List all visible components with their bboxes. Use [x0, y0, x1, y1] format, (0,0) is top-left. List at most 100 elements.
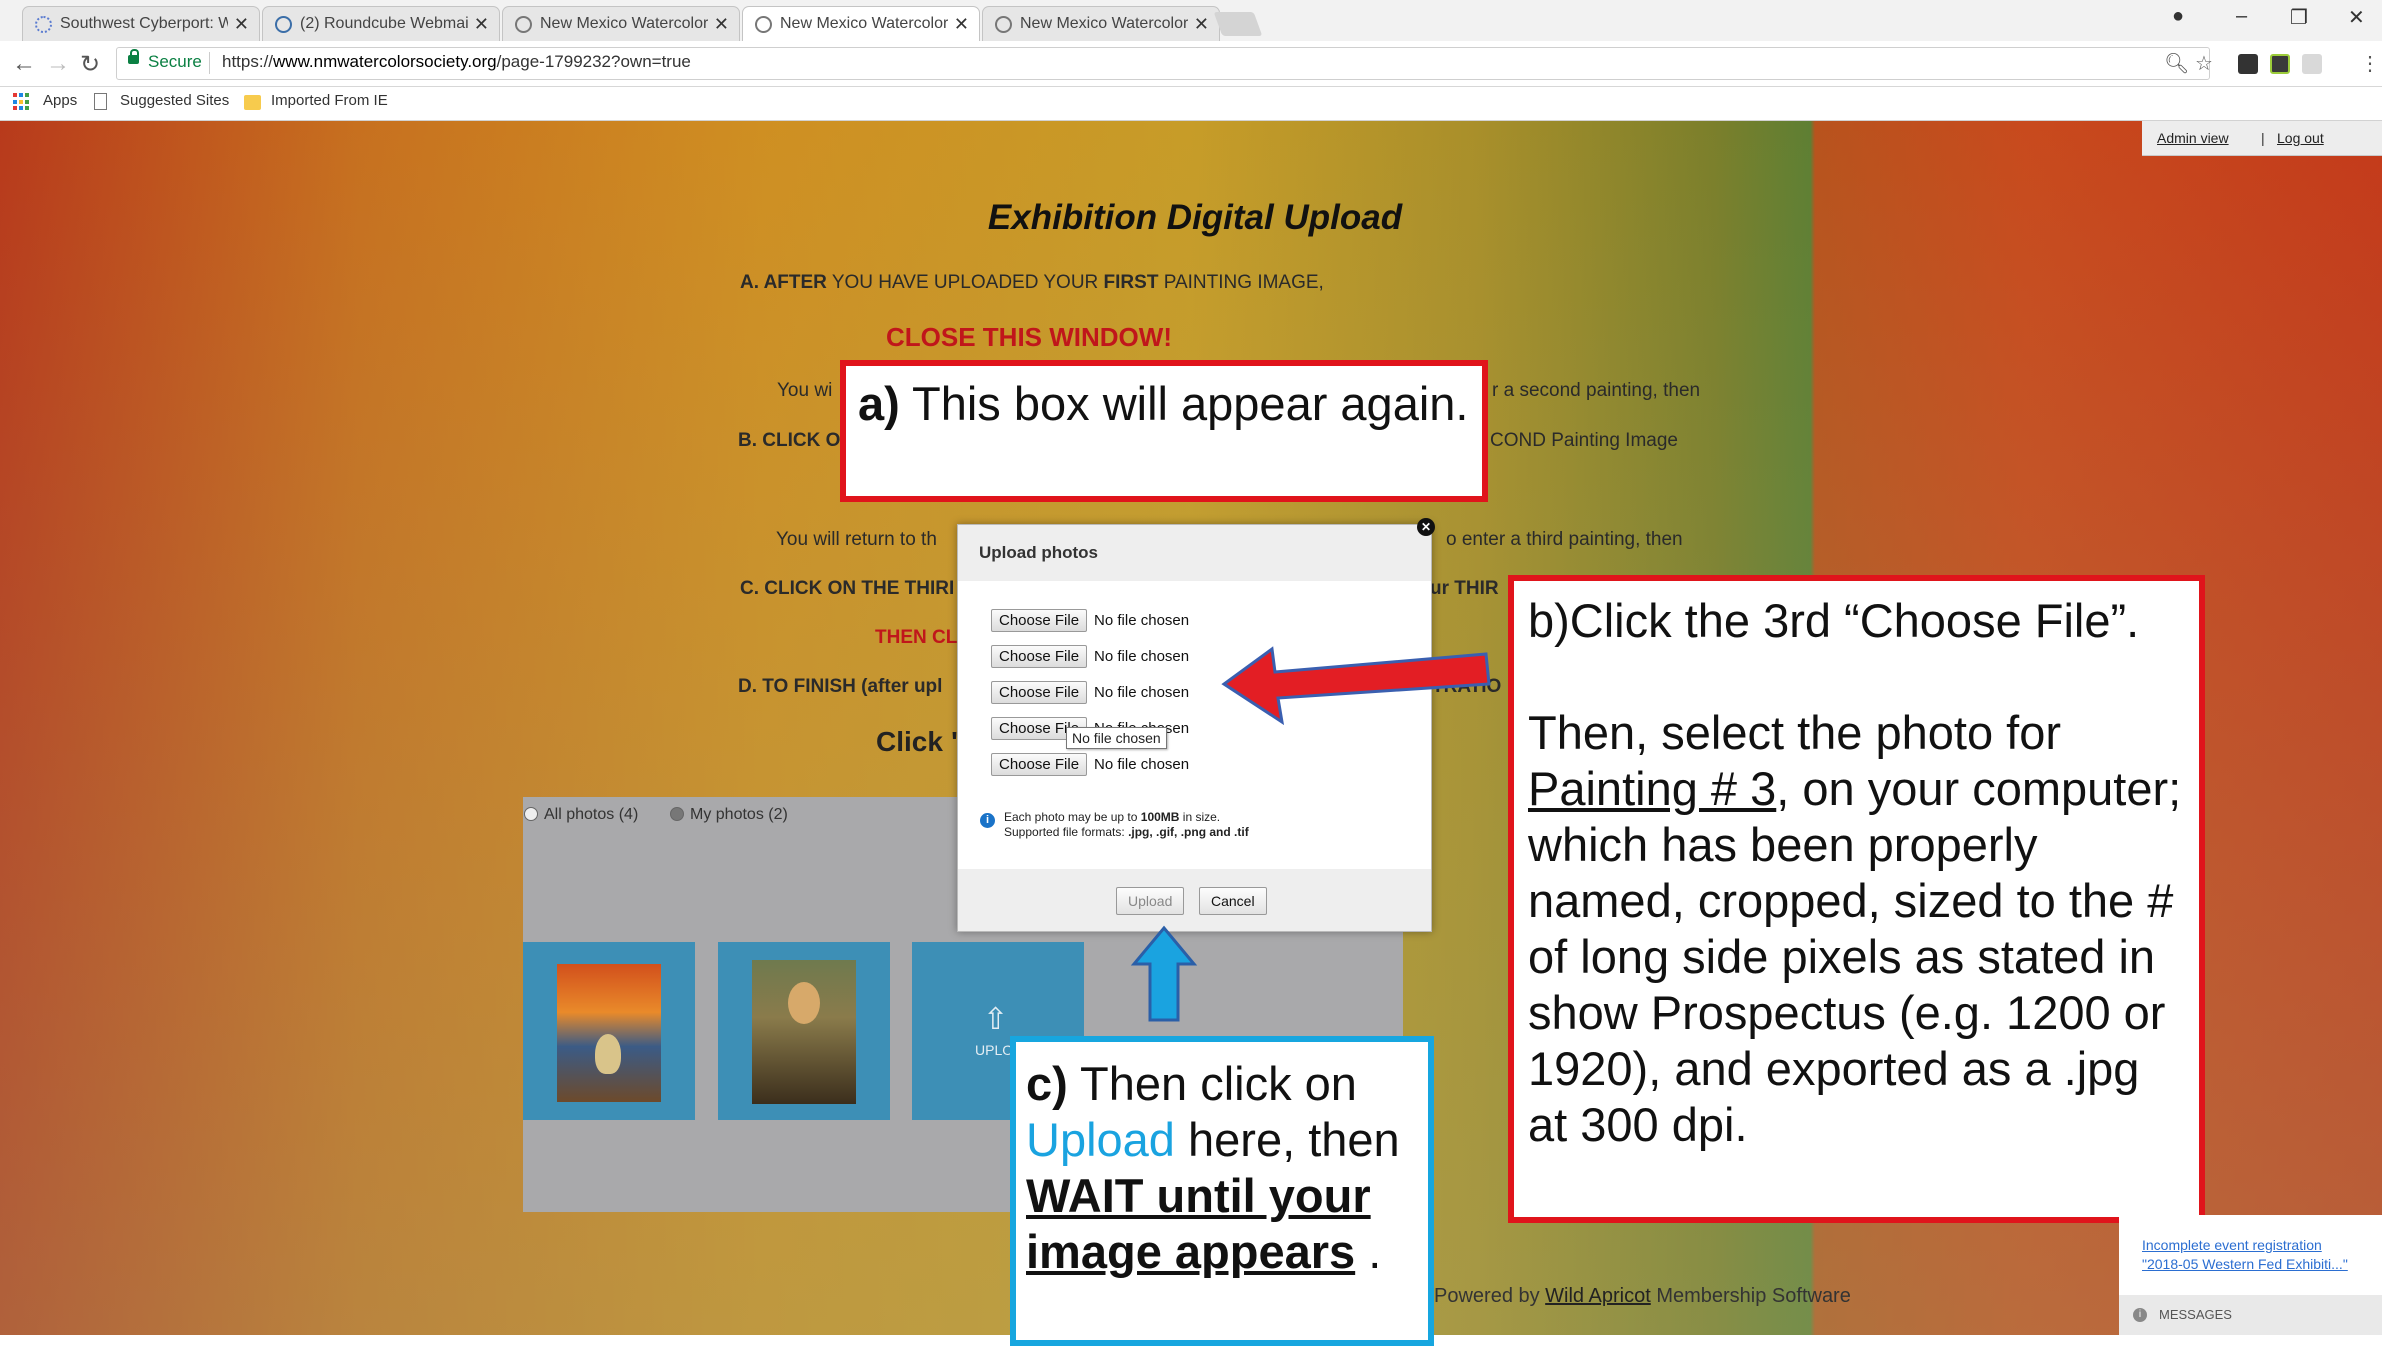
tab-close-icon[interactable]: ✕ — [474, 14, 489, 35]
globe-icon — [755, 15, 772, 33]
annotation-text: b)Click the 3rd “Choose File”. — [1528, 594, 2140, 647]
annotation-text: Then click on — [1067, 1057, 1357, 1110]
upload-button[interactable]: Upload — [1116, 887, 1185, 915]
file-input-row-1[interactable]: Choose File No file chosen — [991, 609, 1189, 632]
annotation-text: Then, select the photo for — [1528, 706, 2061, 759]
tab-title: New Mexico Watercolor — [1020, 15, 1188, 32]
file-input-row-5[interactable]: Choose File No file chosen — [991, 753, 1189, 776]
file-input-row-2[interactable]: Choose File No file chosen — [991, 645, 1189, 668]
admin-view-link[interactable]: Admin view — [2157, 130, 2229, 146]
annotation-text: , on your computer; which has been prope… — [1528, 762, 2182, 1151]
bookmark-suggested-sites[interactable]: Suggested Sites — [120, 92, 229, 109]
file-status: No file chosen — [1094, 648, 1190, 665]
zoom-icon[interactable]: 🔍︎ — [2164, 51, 2189, 76]
url-text[interactable]: https://www.nmwatercolorsociety.org/page… — [222, 52, 691, 72]
browser-tab-active[interactable]: New Mexico Watercolor ✕ — [742, 6, 980, 41]
message-link-line: "2018-05 Western Fed Exhibiti..." — [2142, 1256, 2348, 1272]
restore-icon[interactable]: ❐ — [2290, 5, 2308, 30]
instruction-fragment: D. TO FINISH (after upl — [738, 676, 943, 697]
file-status: No file chosen — [1094, 684, 1190, 701]
file-input-row-3[interactable]: Choose File No file chosen — [991, 681, 1189, 704]
powered-suffix: Membership Software — [1650, 1285, 1851, 1307]
upload-icon: ⇧ — [983, 1003, 1009, 1036]
secure-label: Secure — [148, 52, 202, 71]
radio-label: All photos (4) — [544, 806, 639, 823]
profile-icon[interactable]: ● — [2172, 5, 2184, 28]
annotation-spacer — [1528, 649, 2185, 705]
message-link-line: Incomplete event registration — [2142, 1237, 2322, 1253]
instruction-fragment: You will return to th — [776, 529, 937, 550]
browser-tab[interactable]: New Mexico Watercolor ✕ — [502, 6, 740, 41]
instruction-fragment: ur THIR — [1430, 578, 1499, 599]
wild-apricot-link[interactable]: Wild Apricot — [1545, 1285, 1651, 1307]
admin-bar-separator: | — [2261, 130, 2265, 146]
incomplete-registration-link[interactable]: Incomplete event registration "2018-05 We… — [2142, 1236, 2348, 1274]
photo-thumbnail[interactable] — [718, 942, 890, 1120]
choose-file-button[interactable]: Choose File — [991, 645, 1088, 668]
extension-icon[interactable] — [2238, 54, 2258, 74]
annotation-body: Then, select the photo for Painting # 3,… — [1528, 705, 2185, 1153]
tab-close-icon[interactable]: ✕ — [954, 14, 969, 35]
note-text: Each photo may be up to — [1004, 810, 1141, 824]
browser-tab[interactable]: New Mexico Watercolor ✕ — [982, 6, 1220, 41]
page-title: Exhibition Digital Upload — [987, 198, 1403, 237]
note-size: 100MB — [1140, 810, 1180, 824]
info-icon: i — [980, 813, 995, 828]
annotation-text: . — [1355, 1225, 1382, 1278]
powered-prefix: Powered by — [1434, 1285, 1546, 1307]
globe-icon — [995, 15, 1012, 33]
my-photos-radio[interactable]: My photos (2) — [670, 806, 788, 824]
dialog-close-icon[interactable]: ✕ — [1417, 518, 1435, 536]
choose-file-button[interactable]: Choose File — [991, 681, 1088, 704]
choose-file-button[interactable]: Choose File — [991, 753, 1088, 776]
upload-tile-label: UPLO — [975, 1042, 1014, 1058]
log-out-link[interactable]: Log out — [2277, 130, 2324, 146]
divider — [209, 52, 210, 74]
globe-icon — [515, 15, 532, 33]
note-text: in size. — [1179, 810, 1221, 824]
admin-bar: Admin view | Log out — [2142, 121, 2382, 156]
back-icon[interactable]: ← — [12, 50, 36, 78]
bookmark-imported[interactable]: Imported From IE — [271, 92, 388, 109]
cancel-button[interactable]: Cancel — [1199, 887, 1267, 915]
bookmark-star-icon[interactable]: ☆ — [2195, 51, 2213, 76]
browser-tab[interactable]: (2) Roundcube Webmail ✕ — [262, 6, 500, 41]
annotation-b: b)Click the 3rd “Choose File”. Then, sel… — [1508, 575, 2205, 1223]
new-tab-button[interactable] — [1213, 12, 1263, 36]
tab-close-icon[interactable]: ✕ — [714, 14, 729, 35]
step-a-mid: YOU HAVE UPLOADED YOUR — [826, 272, 1104, 293]
instruction-fragment: r a second painting, then — [1492, 380, 1701, 401]
dialog-title: Upload photos — [979, 543, 1098, 562]
extension-icon[interactable] — [2302, 54, 2322, 74]
choose-file-button[interactable]: Choose File — [991, 609, 1088, 632]
step-a-post: PAINTING IMAGE, — [1158, 272, 1324, 293]
minimize-icon[interactable]: – — [2236, 5, 2247, 28]
extension-icon[interactable] — [2270, 54, 2290, 74]
annotation-label: a) — [858, 377, 900, 430]
annotation-wait-text: WAIT until your image appears — [1026, 1169, 1371, 1278]
reload-icon[interactable]: ↻ — [80, 50, 100, 79]
annotation-upload-word: Upload — [1026, 1113, 1175, 1166]
instruction-fragment: C. CLICK ON THE THIRI — [740, 578, 955, 599]
radio-icon — [524, 807, 538, 821]
window-close-icon[interactable]: ✕ — [2348, 5, 2365, 30]
forward-icon[interactable]: → — [46, 50, 70, 78]
step-a-prefix: A. AFTER — [740, 272, 827, 293]
instruction-fragment: o enter a third painting, then — [1446, 529, 1683, 550]
browser-tab[interactable]: Southwest Cyberport: W ✕ — [22, 6, 260, 41]
the-scream-image — [557, 964, 661, 1102]
menu-icon[interactable]: ⋮ — [2360, 51, 2380, 76]
page-icon — [94, 93, 107, 110]
messages-footer[interactable]: i MESSAGES — [2119, 1295, 2382, 1335]
tab-close-icon[interactable]: ✕ — [1194, 14, 1209, 35]
all-photos-radio[interactable]: All photos (4) — [524, 806, 638, 824]
step-a-first: FIRST — [1103, 272, 1159, 293]
tab-title: New Mexico Watercolor — [780, 15, 948, 32]
apps-icon[interactable] — [13, 93, 31, 111]
note-formats: .jpg, .gif, .png and .tif — [1128, 825, 1249, 839]
blue-arrow — [1130, 925, 1198, 1022]
annotation-text: This box will appear again. — [899, 377, 1469, 430]
photo-thumbnail[interactable] — [523, 942, 695, 1120]
bookmark-apps[interactable]: Apps — [43, 92, 77, 109]
tab-close-icon[interactable]: ✕ — [234, 14, 249, 35]
